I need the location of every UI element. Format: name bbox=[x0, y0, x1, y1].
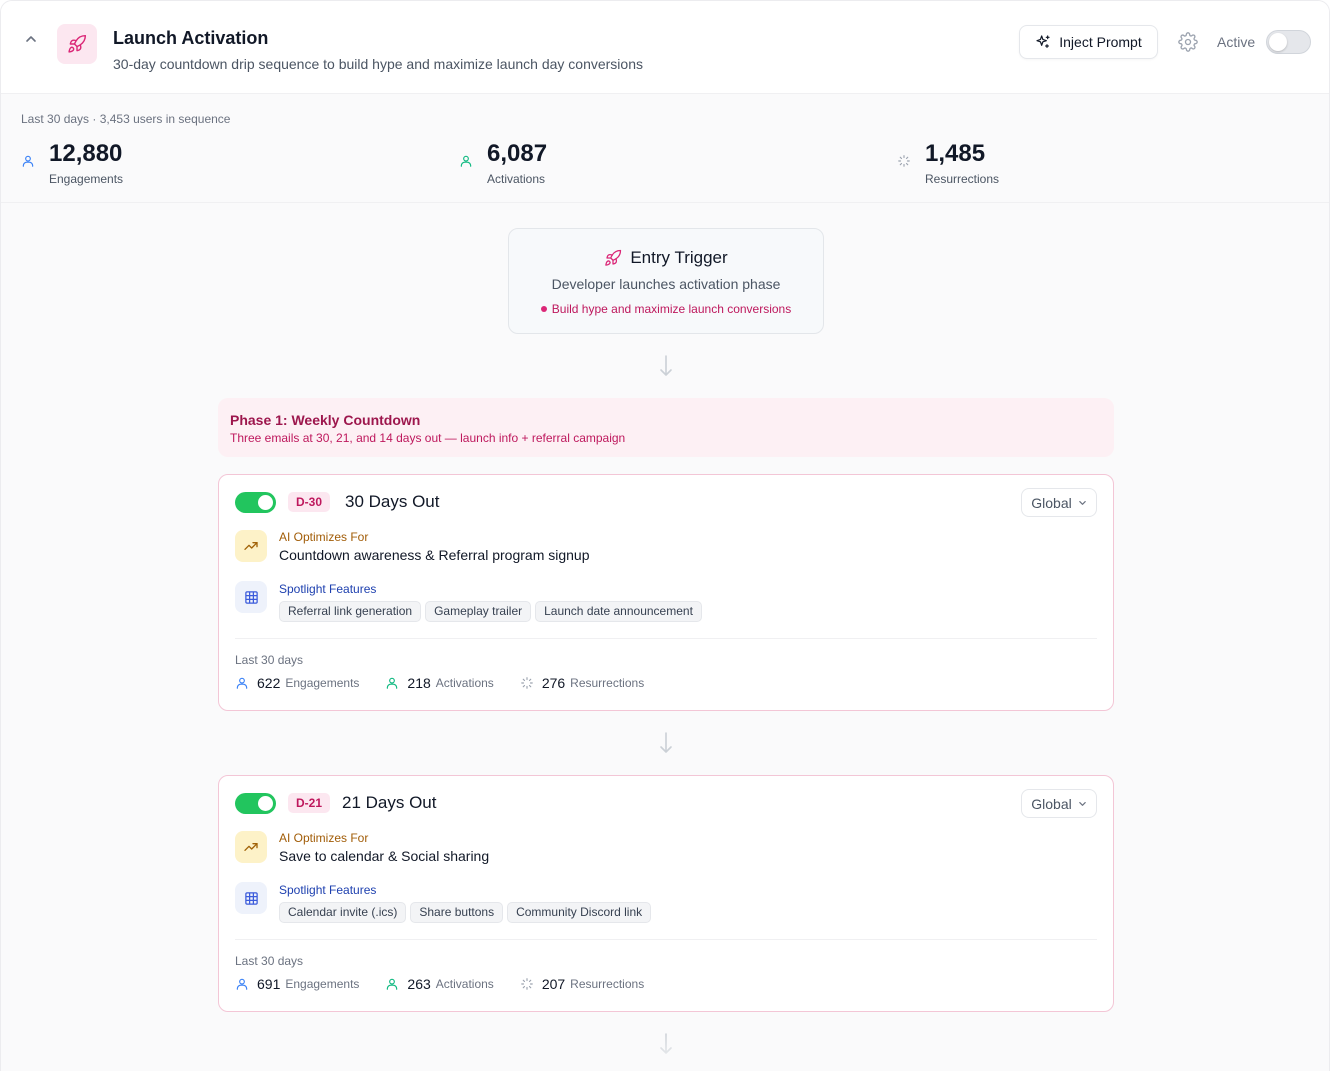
user-check-icon bbox=[460, 155, 472, 167]
grid-icon bbox=[235, 882, 267, 914]
stat-label: Activations bbox=[487, 172, 546, 186]
goal-dot-icon bbox=[540, 305, 547, 312]
active-label: Active bbox=[1217, 34, 1256, 50]
stat-label: Engagements bbox=[49, 172, 124, 186]
scope-value: Global bbox=[1031, 795, 1072, 812]
step-enabled-toggle[interactable] bbox=[235, 492, 276, 513]
step-card[interactable]: D-30 30 Days Out Global AI Optimizes For… bbox=[218, 474, 1114, 711]
rocket-icon bbox=[57, 24, 97, 64]
step-title: 21 Days Out bbox=[342, 793, 437, 812]
entry-trigger-card[interactable]: Entry Trigger Developer launches activat… bbox=[508, 228, 824, 334]
ai-optimizes-value: Save to calendar & Social sharing bbox=[279, 848, 490, 864]
metric-label: Activations bbox=[435, 977, 494, 991]
metric-label: Resurrections bbox=[570, 977, 645, 991]
stat-value: 12,880 bbox=[49, 140, 123, 167]
summary-caption: Last 30 days · 3,453 users in sequence bbox=[21, 112, 231, 126]
ai-optimizes-label: AI Optimizes For bbox=[279, 831, 369, 845]
arrow-down-icon bbox=[660, 732, 672, 753]
scope-dropdown[interactable]: Global bbox=[1021, 488, 1097, 517]
metric-resurrections: 207 Resurrections bbox=[520, 976, 644, 992]
user-icon bbox=[22, 155, 34, 167]
grid-icon bbox=[235, 581, 267, 613]
sparkle-icon bbox=[520, 978, 533, 990]
scope-dropdown[interactable]: Global bbox=[1021, 789, 1097, 818]
sequence-header: Launch Activation 30-day countdown drip … bbox=[1, 1, 1329, 94]
step-title: 30 Days Out bbox=[345, 492, 440, 511]
trending-up-icon bbox=[235, 530, 267, 562]
feature-chip[interactable]: Gameplay trailer bbox=[425, 601, 532, 622]
phase-title: Phase 1: Weekly Countdown bbox=[230, 412, 421, 428]
summary-stats: Last 30 days · 3,453 users in sequence 1… bbox=[1, 95, 1329, 203]
feature-chip[interactable]: Launch date announcement bbox=[535, 601, 702, 622]
metrics-period: Last 30 days bbox=[235, 954, 304, 968]
spotlight-label: Spotlight Features bbox=[279, 582, 377, 596]
trending-up-icon bbox=[235, 831, 267, 863]
user-check-icon bbox=[387, 677, 398, 689]
gear-icon[interactable] bbox=[1178, 32, 1198, 52]
metric-resurrections: 276 Resurrections bbox=[520, 675, 644, 691]
metric-engagements: 691 Engagements bbox=[235, 976, 359, 992]
metrics-period: Last 30 days bbox=[235, 653, 304, 667]
trigger-goal-text: Build hype and maximize launch conversio… bbox=[551, 302, 792, 316]
step-card[interactable]: D-21 21 Days Out Global AI Optimizes For… bbox=[218, 775, 1114, 1012]
step-day-badge: D-30 bbox=[288, 492, 331, 512]
active-toggle[interactable] bbox=[1266, 30, 1311, 54]
rocket-icon bbox=[605, 249, 622, 266]
phase-header: Phase 1: Weekly Countdown Three emails a… bbox=[218, 398, 1114, 457]
page-subtitle: 30-day countdown drip sequence to build … bbox=[113, 56, 643, 72]
metric-activations: 218 Activations bbox=[385, 675, 494, 691]
sparkle-icon bbox=[520, 677, 533, 689]
step-metrics: 622 Engagements 218 Activations 276 Resu… bbox=[235, 675, 670, 691]
stat-value: 1,485 bbox=[925, 140, 986, 167]
feature-chip[interactable]: Share buttons bbox=[410, 902, 504, 923]
arrow-down-icon bbox=[660, 355, 672, 376]
feature-chip[interactable]: Community Discord link bbox=[507, 902, 652, 923]
sparkles-icon bbox=[1036, 35, 1050, 48]
metric-label: Engagements bbox=[285, 676, 360, 690]
feature-chips: Calendar invite (.ics) Share buttons Com… bbox=[279, 902, 652, 923]
trigger-goal: Build hype and maximize launch conversio… bbox=[509, 302, 823, 316]
metric-label: Engagements bbox=[285, 977, 360, 991]
divider bbox=[235, 638, 1097, 639]
ai-optimizes-value: Countdown awareness & Referral program s… bbox=[279, 547, 590, 563]
chevron-up-icon[interactable] bbox=[23, 31, 39, 47]
step-metrics: 691 Engagements 263 Activations 207 Resu… bbox=[235, 976, 670, 992]
metric-engagements: 622 Engagements bbox=[235, 675, 359, 691]
scope-value: Global bbox=[1031, 494, 1072, 511]
sparkle-icon bbox=[898, 155, 910, 167]
trigger-title: Entry Trigger bbox=[630, 248, 728, 267]
inject-prompt-button[interactable]: Inject Prompt bbox=[1019, 25, 1158, 59]
metric-value: 263 bbox=[407, 976, 431, 992]
stat-label: Resurrections bbox=[925, 172, 1000, 186]
page-title: Launch Activation bbox=[113, 28, 269, 48]
metric-value: 622 bbox=[257, 675, 281, 691]
feature-chip[interactable]: Referral link generation bbox=[279, 601, 422, 622]
divider bbox=[235, 939, 1097, 940]
metric-value: 207 bbox=[541, 976, 566, 992]
feature-chips: Referral link generation Gameplay traile… bbox=[279, 601, 702, 622]
chevron-down-icon bbox=[1078, 501, 1086, 505]
metric-label: Activations bbox=[435, 676, 494, 690]
metric-value: 691 bbox=[257, 976, 281, 992]
step-day-badge: D-21 bbox=[288, 793, 331, 813]
scroll-fade bbox=[1, 1031, 1329, 1071]
metric-value: 218 bbox=[407, 675, 431, 691]
ai-optimizes-label: AI Optimizes For bbox=[279, 530, 369, 544]
phase-description: Three emails at 30, 21, and 14 days out … bbox=[230, 431, 626, 445]
sequence-panel: Launch Activation 30-day countdown drip … bbox=[0, 0, 1330, 1071]
metric-label: Resurrections bbox=[570, 676, 645, 690]
metric-activations: 263 Activations bbox=[385, 976, 494, 992]
inject-prompt-label: Inject Prompt bbox=[1059, 34, 1142, 50]
trigger-title-row: Entry Trigger bbox=[509, 248, 823, 268]
user-check-icon bbox=[387, 978, 398, 990]
trigger-description: Developer launches activation phase bbox=[551, 276, 781, 292]
spotlight-label: Spotlight Features bbox=[279, 883, 377, 897]
user-icon bbox=[236, 677, 248, 689]
chevron-down-icon bbox=[1078, 802, 1086, 806]
user-icon bbox=[236, 978, 248, 990]
feature-chip[interactable]: Calendar invite (.ics) bbox=[279, 902, 407, 923]
metric-value: 276 bbox=[541, 675, 566, 691]
step-enabled-toggle[interactable] bbox=[235, 793, 276, 814]
stat-value: 6,087 bbox=[487, 140, 548, 167]
